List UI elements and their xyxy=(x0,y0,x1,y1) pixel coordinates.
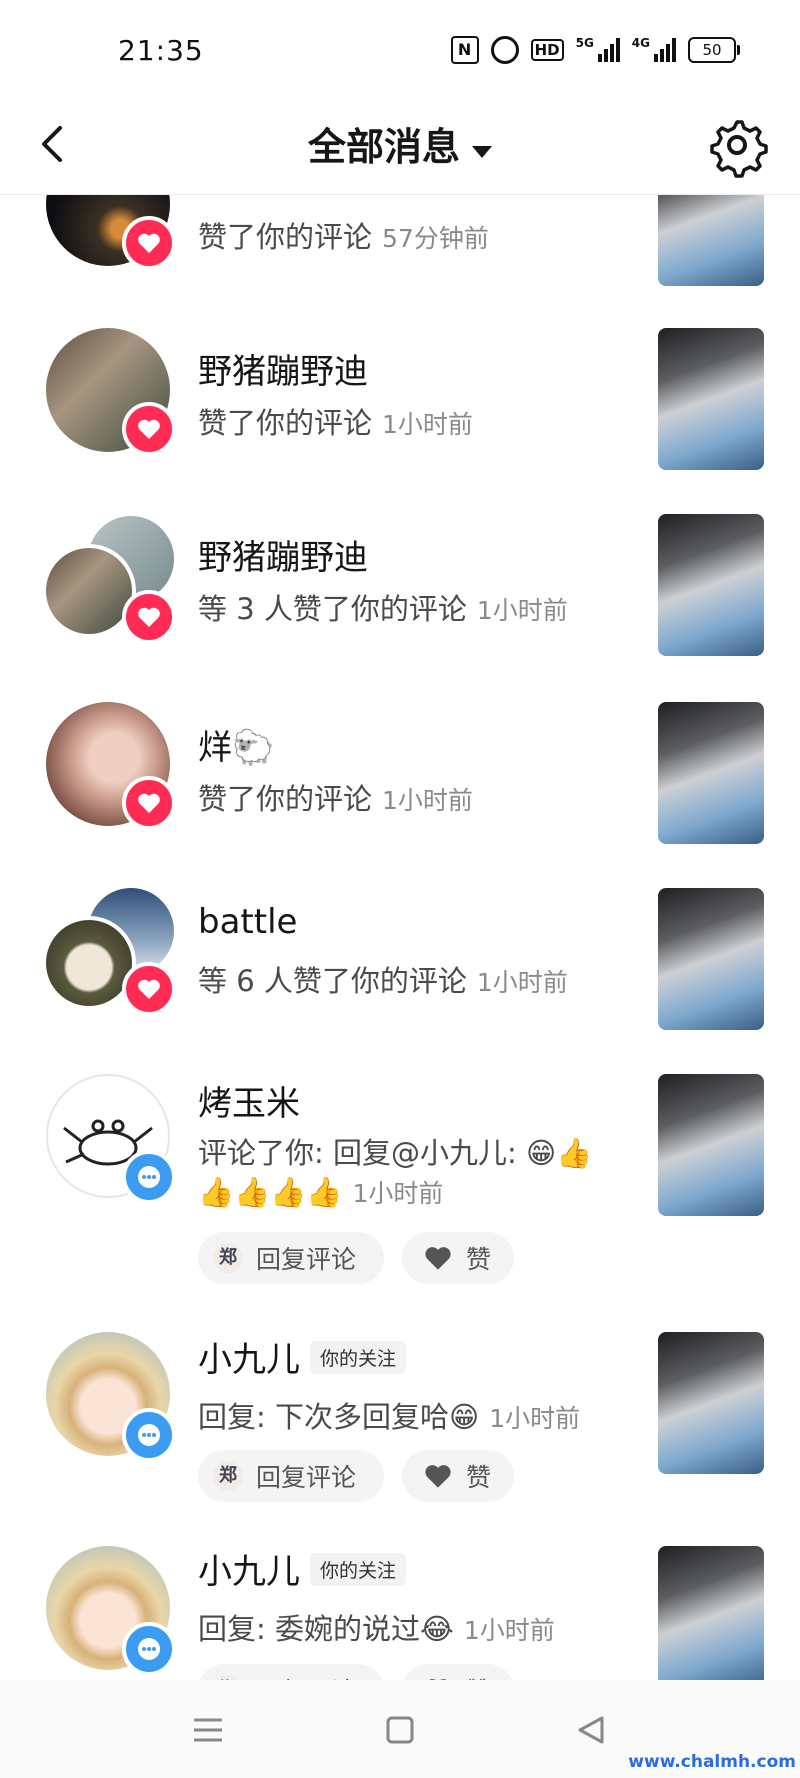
like-badge xyxy=(122,590,176,644)
list-item[interactable]: 烊🐑 赞了你的评论 1小时前 xyxy=(0,676,800,862)
reply-comment-button[interactable]: 郑 回复评论 xyxy=(198,1664,384,1680)
mini-avatar: 郑 xyxy=(213,1461,243,1491)
comment-badge xyxy=(122,1150,176,1204)
watermark: www.chalmh.com xyxy=(628,1752,796,1772)
home-button[interactable] xyxy=(378,1708,422,1752)
like-badge xyxy=(122,402,176,456)
message-text: 等 3 人赞了你的评论 1小时前 xyxy=(198,592,568,626)
message-text: 赞了你的评论 57分钟前 xyxy=(198,220,489,254)
avatar[interactable] xyxy=(42,916,136,1010)
user-name[interactable]: 野猪蹦野迪 xyxy=(198,344,368,393)
like-badge xyxy=(122,776,176,830)
reply-comment-button[interactable]: 郑 回复评论 xyxy=(198,1232,384,1284)
user-name[interactable]: 烤玉米 xyxy=(198,1076,300,1125)
settings-button[interactable] xyxy=(702,110,772,180)
like-button[interactable]: 赞 xyxy=(402,1450,514,1502)
video-thumbnail[interactable] xyxy=(658,514,764,656)
comment-badge xyxy=(122,1408,176,1462)
timestamp: 1小时前 xyxy=(476,968,568,997)
video-thumbnail[interactable] xyxy=(658,1332,764,1474)
system-nav-bar: www.chalmh.com xyxy=(0,1680,800,1778)
heart-icon xyxy=(422,1460,454,1492)
menu-button[interactable] xyxy=(186,1708,230,1752)
message-text: 赞了你的评论 1小时前 xyxy=(198,406,473,440)
timestamp: 57分钟前 xyxy=(382,224,489,253)
back-nav-button[interactable] xyxy=(570,1708,614,1752)
list-item[interactable]: 小九儿 你的关注 回复: 下次多回复哈😁 1小时前 郑 回复评论 赞 xyxy=(0,1314,800,1528)
message-text-cont: 👍👍👍👍 1小时前 xyxy=(198,1175,444,1209)
timestamp: 1小时前 xyxy=(463,1616,555,1645)
video-thumbnail[interactable] xyxy=(658,328,764,470)
timestamp: 1小时前 xyxy=(382,410,473,439)
user-name[interactable]: 野猪蹦野迪 xyxy=(198,530,368,579)
header-bar: 全部消息 xyxy=(0,96,800,195)
following-tag: 你的关注 xyxy=(310,1553,407,1586)
user-name[interactable]: 小九儿 你的关注 xyxy=(198,1332,407,1381)
like-label: 赞 xyxy=(466,1245,492,1274)
heart-icon xyxy=(422,1242,454,1274)
title-dropdown[interactable]: 全部消息 xyxy=(0,116,800,171)
video-thumbnail[interactable] xyxy=(658,1546,764,1680)
message-list[interactable]: 赞了你的评论 57分钟前 野猪蹦野迪 赞了你的评论 1小时前 野猪蹦野迪 等 3 人… xyxy=(0,0,800,1680)
user-name[interactable]: 小九儿 你的关注 xyxy=(198,1544,407,1593)
message-text: 回复: 下次多回复哈😁 1小时前 xyxy=(198,1400,581,1434)
video-thumbnail[interactable] xyxy=(658,702,764,844)
timestamp: 1小时前 xyxy=(476,596,568,625)
list-item[interactable]: 烤玉米 评论了你: 回复@小九儿: 😁👍 👍👍👍👍 1小时前 郑 回复评论 赞 xyxy=(0,1048,800,1314)
home-square-icon xyxy=(386,1716,414,1744)
page-title: 全部消息 xyxy=(307,125,460,169)
timestamp: 1小时前 xyxy=(352,1179,444,1208)
list-item[interactable]: 野猪蹦野迪 等 3 人赞了你的评论 1小时前 xyxy=(0,490,800,676)
gear-icon xyxy=(710,120,768,178)
menu-icon xyxy=(194,1718,222,1742)
user-name[interactable]: 烊🐑 xyxy=(198,720,274,769)
caret-down-icon xyxy=(472,145,492,158)
reply-label: 回复评论 xyxy=(256,1672,356,1680)
avatar[interactable] xyxy=(42,544,136,638)
like-button[interactable]: 赞 xyxy=(402,1664,514,1680)
following-tag: 你的关注 xyxy=(310,1341,407,1374)
message-text: 等 6 人赞了你的评论 1小时前 xyxy=(198,964,568,998)
message-text: 赞了你的评论 1小时前 xyxy=(198,782,473,816)
video-thumbnail[interactable] xyxy=(658,1074,764,1216)
mini-avatar: 郑 xyxy=(213,1243,243,1273)
like-label: 赞 xyxy=(466,1672,491,1680)
user-name[interactable]: battle xyxy=(198,902,297,942)
comment-badge xyxy=(122,1622,176,1676)
video-thumbnail[interactable] xyxy=(658,888,764,1030)
triangle-back-icon xyxy=(578,1716,604,1744)
like-button[interactable]: 赞 xyxy=(402,1232,514,1284)
list-item[interactable]: 小九儿你的关注 回复: 委婉的说过😂1小时前 郑 回复评论 赞 xyxy=(0,1528,800,1680)
list-item[interactable]: battle 等 6 人赞了你的评论 1小时前 xyxy=(0,862,800,1048)
reply-comment-button[interactable]: 郑 回复评论 xyxy=(198,1450,384,1502)
reply-label: 回复评论 xyxy=(256,1245,357,1274)
like-badge xyxy=(122,216,176,270)
like-badge xyxy=(122,962,176,1016)
list-item[interactable]: 野猪蹦野迪 赞了你的评论 1小时前 xyxy=(0,300,800,490)
message-text: 评论了你: 回复@小九儿: 😁👍 xyxy=(198,1136,593,1170)
timestamp: 1小时前 xyxy=(489,1404,581,1433)
like-label: 赞 xyxy=(466,1463,492,1492)
message-text: 回复: 委婉的说过😂 1小时前 xyxy=(198,1612,555,1646)
timestamp: 1小时前 xyxy=(382,786,473,815)
reply-label: 回复评论 xyxy=(256,1463,357,1492)
